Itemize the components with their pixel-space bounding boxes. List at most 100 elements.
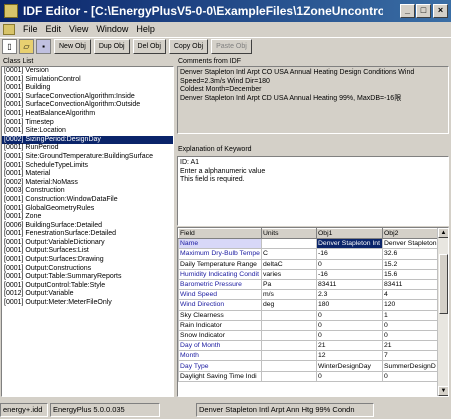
class-list-item[interactable]: [0001] Site:Location — [2, 127, 173, 136]
minimize-button[interactable]: _ — [400, 4, 415, 18]
grid-obj2-value[interactable]: 0 — [382, 370, 438, 382]
class-list-item[interactable]: [0001] Output:VariableDictionary — [2, 239, 173, 248]
class-list-item[interactable]: [0001] Output:Table:SummaryReports — [2, 273, 173, 282]
grid-row: Wind Direction deg 180 120 — [178, 299, 438, 311]
class-list-item[interactable]: [0006] BuildingSurface:Detailed — [2, 222, 173, 231]
class-list-item[interactable]: [0001] Version — [2, 67, 173, 76]
maximize-button[interactable]: □ — [416, 4, 431, 18]
grid-units — [261, 340, 317, 352]
grid-obj1-value[interactable]: 0 — [316, 370, 383, 382]
grid-obj2-value[interactable]: 7 — [382, 350, 438, 362]
grid-obj2-value[interactable]: 0 — [382, 329, 438, 342]
grid-obj1-value[interactable]: 21 — [316, 340, 383, 352]
class-list-item[interactable]: [0001] SurfaceConvectionAlgorithm:Outsid… — [2, 101, 173, 110]
grid-field-name: Barometric Pressure — [178, 278, 262, 291]
class-list-item[interactable]: [0001] Zone — [2, 213, 173, 222]
grid-obj2-value[interactable]: 21 — [382, 340, 438, 352]
comments-label: Comments from IDF — [178, 58, 242, 65]
class-list[interactable]: [0001] Version [0001] SimulationControl [0… — [1, 66, 174, 397]
new-file-icon[interactable]: ▯ — [2, 39, 17, 54]
grid-units: deltaC — [261, 258, 317, 270]
grid-obj1-value[interactable]: 0 — [316, 309, 383, 321]
grid-obj1-value[interactable]: 0 — [316, 329, 383, 342]
grid-units: deg — [261, 299, 317, 311]
class-list-item[interactable]: [0002] Material:NoMass — [2, 179, 173, 188]
status-object: Denver Stapleton Intl Arpt Ann Htg 99% C… — [196, 403, 374, 417]
class-list-item[interactable]: [0001] Output:Constructions — [2, 265, 173, 274]
menu-window[interactable]: Window — [96, 24, 128, 34]
class-list-item[interactable]: [0001] Building — [2, 84, 173, 93]
class-list-label: Class List — [3, 58, 34, 65]
class-list-item[interactable]: [0001] Output:Meter:MeterFileOnly — [2, 299, 173, 308]
class-list-item[interactable]: [0001] GlobalGeometryRules — [2, 205, 173, 214]
dup-obj-button[interactable]: Dup Obj — [93, 39, 130, 54]
menu-view[interactable]: View — [69, 24, 88, 34]
grid-field-name: Month — [178, 350, 262, 362]
class-list-item[interactable]: [0001] Output:Surfaces:Drawing — [2, 256, 173, 265]
grid-obj2-value[interactable]: 15.2 — [382, 258, 438, 270]
class-list-item[interactable]: [0001] Site:GroundTemperature:BuildingSu… — [2, 153, 173, 162]
comment-line: Speed=2.3m/s Wind Dir=180 — [180, 77, 270, 85]
save-icon[interactable]: ▪ — [36, 39, 51, 54]
del-obj-button[interactable]: Del Obj — [132, 39, 166, 54]
document-icon[interactable] — [3, 23, 15, 35]
grid-units — [261, 309, 317, 321]
grid-obj2-value[interactable]: 83411 — [382, 278, 438, 291]
scroll-down-arrow-icon[interactable]: ▼ — [438, 386, 448, 396]
class-list-item[interactable]: [0003] Construction — [2, 187, 173, 196]
menu-edit[interactable]: Edit — [46, 24, 62, 34]
class-list-item[interactable]: [0001] OutputControl:Table:Style — [2, 282, 173, 291]
class-list-item[interactable]: [0001] RunPeriod — [2, 144, 173, 153]
grid-scrollbar[interactable]: ▲ ▼ — [437, 228, 448, 396]
app-icon — [4, 4, 18, 18]
grid-header-obj2[interactable]: Obj2 — [382, 228, 438, 240]
grid-obj2-value[interactable]: 32.6 — [382, 248, 438, 260]
object-grid[interactable]: Field Units Obj1 Obj2 Name Denver Staplet… — [177, 227, 449, 397]
scroll-thumb[interactable] — [439, 254, 448, 314]
menu-bar: File Edit View Window Help — [0, 22, 451, 36]
grid-obj2-value[interactable]: 4 — [382, 289, 438, 301]
paste-obj-button[interactable]: Paste Obj — [211, 39, 252, 54]
grid-obj1-value[interactable]: 0 — [316, 319, 383, 331]
grid-obj2-value[interactable]: SummerDesignD — [382, 360, 438, 372]
comments-panel[interactable]: Denver Stapleton Intl Arpt CO USA Annual… — [177, 66, 449, 134]
class-list-item[interactable]: [0001] Output:Surfaces:List — [2, 247, 173, 256]
grid-units — [261, 370, 317, 382]
grid-row: Maximum Dry-Bulb Tempe C -16 32.6 — [178, 248, 438, 260]
grid-obj2-value[interactable]: 15.6 — [382, 268, 438, 280]
class-list-item[interactable]: [0012] Output:Variable — [2, 290, 173, 299]
grid-obj1-value[interactable]: Denver Stapleton Int — [316, 238, 383, 250]
grid-row: Daylight Saving Time Indi 0 0 — [178, 370, 438, 382]
grid-units — [261, 319, 317, 331]
class-list-item[interactable]: [0001] HeatBalanceAlgorithm — [2, 110, 173, 119]
grid-obj1-value[interactable]: WinterDesignDay — [316, 360, 383, 372]
new-obj-button[interactable]: New Obj — [54, 39, 91, 54]
class-list-item[interactable]: [0001] Timestep — [2, 119, 173, 128]
class-list-item[interactable]: [0001] ScheduleTypeLimits — [2, 162, 173, 171]
grid-field-name: Day of Month — [178, 340, 262, 352]
grid-obj2-value[interactable]: 120 — [382, 299, 438, 311]
grid-obj2-value[interactable]: Denver Stapleton — [382, 238, 438, 250]
grid-obj1-value[interactable]: 0 — [316, 258, 383, 270]
grid-obj2-value[interactable]: 0 — [382, 319, 438, 331]
copy-obj-button[interactable]: Copy Obj — [168, 39, 209, 54]
open-folder-icon[interactable]: ▱ — [19, 39, 34, 54]
class-list-item[interactable]: [0001] Material — [2, 170, 173, 179]
grid-obj1-value[interactable]: 180 — [316, 299, 383, 311]
class-list-item[interactable]: [0002] SizingPeriod:DesignDay — [2, 135, 173, 145]
class-list-item[interactable]: [0001] SimulationControl — [2, 76, 173, 85]
class-list-item[interactable]: [0001] Construction:WindowDataFile — [2, 196, 173, 205]
menu-file[interactable]: File — [23, 24, 38, 34]
grid-obj1-value[interactable]: -16 — [316, 268, 383, 280]
menu-help[interactable]: Help — [136, 24, 155, 34]
scroll-up-arrow-icon[interactable]: ▲ — [438, 228, 448, 238]
grid-obj2-value[interactable]: 1 — [382, 309, 438, 321]
grid-obj1-value[interactable]: -16 — [316, 248, 383, 260]
grid-obj1-value[interactable]: 83411 — [316, 278, 383, 291]
close-button[interactable]: × — [433, 4, 448, 18]
grid-obj1-value[interactable]: 12 — [316, 350, 383, 362]
grid-obj1-value[interactable]: 2.3 — [316, 289, 383, 301]
class-list-item[interactable]: [0001] FenestrationSurface:Detailed — [2, 230, 173, 239]
class-list-item[interactable]: [0001] SurfaceConvectionAlgorithm:Inside — [2, 93, 173, 102]
grid-header-obj1[interactable]: Obj1 — [316, 228, 383, 240]
